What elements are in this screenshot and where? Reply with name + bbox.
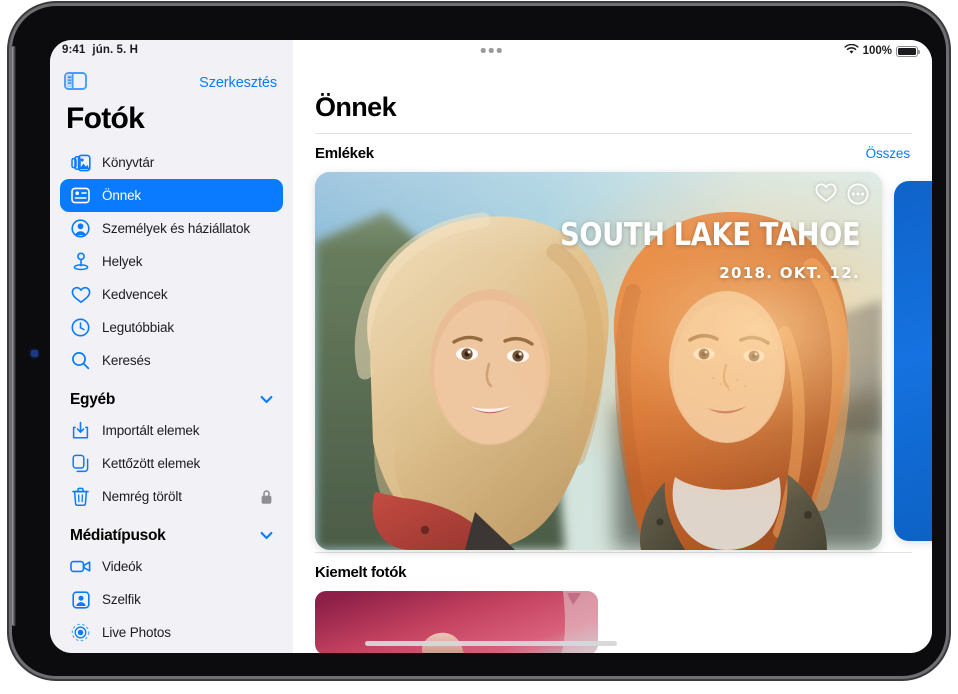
sidebar-item-places[interactable]: Helyek (60, 245, 283, 278)
sidebar-item-label: Live Photos (102, 625, 171, 640)
sidebar-section-header-other[interactable]: Egyéb (60, 377, 283, 414)
sidebar-item-duplicates[interactable]: Kettőzött elemek (60, 447, 283, 480)
sidebar-item-label: Legutóbbiak (102, 320, 174, 335)
sidebar-item-label: Önnek (102, 188, 142, 203)
dot (488, 48, 494, 53)
sidebar-item-for-you[interactable]: Önnek (60, 179, 283, 212)
memory-card[interactable]: SOUTH LAKE TAHOE 2018. OKT. 12. (315, 172, 882, 550)
memories-section-header: Emlékek Összes (293, 134, 932, 172)
dot (496, 48, 502, 53)
duplicates-icon (70, 453, 91, 474)
memories-see-all-button[interactable]: Összes (866, 146, 911, 161)
for-you-icon (70, 185, 91, 206)
video-camera-icon (70, 556, 91, 577)
sidebar-toggle-icon[interactable] (64, 71, 87, 95)
sidebar-item-label: Szelfik (102, 592, 141, 607)
memories-title: Emlékek (315, 145, 374, 162)
chevron-down-icon[interactable] (260, 527, 273, 545)
more-circle-icon[interactable] (847, 183, 869, 210)
sidebar: Szerkesztés Fotók Könyvtár Önnek Személy… (50, 40, 293, 653)
import-icon (70, 420, 91, 441)
sidebar-item-label: Személyek és háziállatok (102, 221, 250, 236)
memory-card-next[interactable] (894, 181, 932, 541)
sidebar-nav-list[interactable]: Könyvtár Önnek Személyek és háziállatok … (50, 146, 293, 649)
bezel-indicator-dot (31, 350, 38, 357)
memory-photo (315, 172, 882, 550)
featured-title: Kiemelt fotók (315, 564, 407, 581)
ipad-device-frame: 9:41 jún. 5. H 100% Szerkesztés Fotók Kö… (12, 6, 946, 676)
memory-action-buttons (815, 183, 869, 210)
sidebar-item-live-photos[interactable]: Live Photos (60, 616, 283, 649)
sidebar-item-label: Helyek (102, 254, 143, 269)
multitasking-dots-icon[interactable] (480, 48, 502, 53)
search-icon (70, 350, 91, 371)
sidebar-item-label: Kettőzött elemek (102, 456, 201, 471)
sidebar-item-label: Videók (102, 559, 143, 574)
sidebar-item-recently-deleted[interactable]: Nemrég törölt (60, 480, 283, 513)
dot (480, 48, 486, 53)
main-content: Önnek Emlékek Összes SOUTH LAKE TAHOE 20… (293, 40, 932, 653)
people-pets-icon (70, 218, 91, 239)
sidebar-item-people-pets[interactable]: Személyek és háziállatok (60, 212, 283, 245)
sidebar-item-label: Nemrég törölt (102, 489, 182, 504)
app-title: Fotók (66, 102, 145, 135)
sidebar-item-videos[interactable]: Videók (60, 550, 283, 583)
sidebar-item-library[interactable]: Könyvtár (60, 146, 283, 179)
memories-carousel[interactable]: SOUTH LAKE TAHOE 2018. OKT. 12. (293, 172, 932, 552)
sidebar-section-title: Egyéb (70, 391, 116, 408)
sidebar-item-label: Könyvtár (102, 155, 155, 170)
sidebar-toolbar: Szerkesztés (50, 66, 293, 100)
ipad-screen: 9:41 jún. 5. H 100% Szerkesztés Fotók Kö… (50, 40, 932, 653)
featured-section-header: Kiemelt fotók (293, 553, 932, 591)
library-icon (70, 152, 91, 173)
sidebar-item-favorites[interactable]: Kedvencek (60, 278, 283, 311)
sidebar-section-header-media-types[interactable]: Médiatípusok (60, 513, 283, 550)
sidebar-item-selfies[interactable]: Szelfik (60, 583, 283, 616)
trash-icon (70, 486, 91, 507)
bezel-edge-highlight (12, 46, 16, 626)
sidebar-item-label: Importált elemek (102, 423, 200, 438)
clock-icon (70, 317, 91, 338)
selfie-icon (70, 589, 91, 610)
page-title: Önnek (315, 92, 397, 122)
live-photo-icon (70, 622, 91, 643)
chevron-down-icon[interactable] (260, 391, 273, 409)
heart-outline-icon[interactable] (815, 183, 837, 210)
heart-icon (70, 284, 91, 305)
sidebar-section-title: Médiatípusok (70, 527, 166, 544)
sidebar-item-label: Kedvencek (102, 287, 168, 302)
lock-icon (260, 489, 273, 505)
sidebar-item-recents[interactable]: Legutóbbiak (60, 311, 283, 344)
sidebar-item-label: Keresés (102, 353, 151, 368)
sidebar-item-search[interactable]: Keresés (60, 344, 283, 377)
main-scroll-area[interactable]: Önnek Emlékek Összes SOUTH LAKE TAHOE 20… (293, 66, 932, 653)
sidebar-item-imports[interactable]: Importált elemek (60, 414, 283, 447)
places-pin-icon (70, 251, 91, 272)
home-indicator[interactable] (365, 641, 617, 646)
edit-button[interactable]: Szerkesztés (199, 75, 277, 91)
